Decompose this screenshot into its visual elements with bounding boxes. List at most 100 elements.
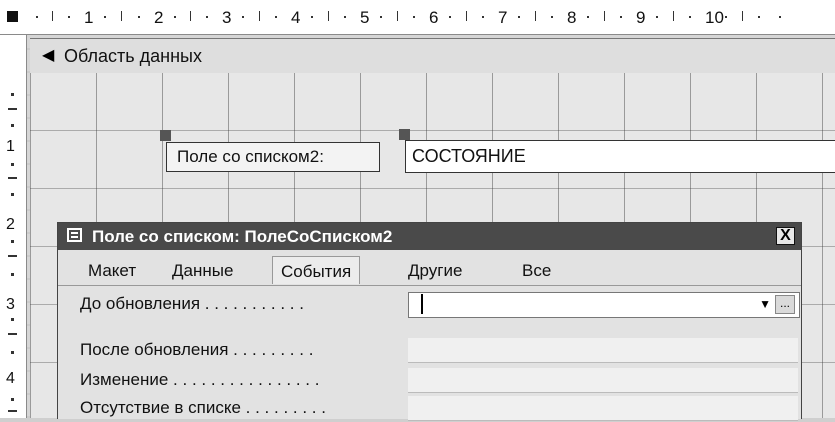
property-value-input[interactable]	[408, 338, 798, 363]
ruler-tick	[397, 11, 398, 21]
move-handle[interactable]	[160, 130, 171, 141]
properties-window: Поле со списком: ПолеСоСписком2 X Макет …	[57, 222, 802, 421]
ruler-dot	[11, 240, 14, 243]
ruler-tick	[121, 11, 122, 21]
vertical-ruler: 1 2 3 4	[0, 35, 27, 418]
ruler-tick	[466, 11, 467, 21]
combo-box-label-text: Поле со списком2:	[177, 147, 324, 166]
text-caret	[421, 294, 423, 314]
builder-button[interactable]: ...	[775, 295, 795, 314]
properties-title: Поле со списком: ПолеСоСписком2	[92, 227, 393, 246]
ruler-corner-icon[interactable]	[7, 11, 18, 22]
ruler-dot	[551, 16, 553, 18]
section-label: Область данных	[64, 46, 202, 66]
combo-box-field-text: СОСТОЯНИЕ	[412, 146, 526, 166]
ruler-dot	[68, 16, 70, 18]
property-value-input[interactable]	[408, 396, 798, 421]
ruler-dot	[11, 193, 14, 196]
ruler-dot	[413, 16, 415, 18]
ruler-tick	[673, 11, 674, 21]
ruler-dot	[11, 163, 14, 166]
ruler-tick	[604, 11, 605, 21]
property-label: Отсутствие в списке . . . . . . . . .	[80, 398, 326, 417]
tab-divider	[58, 285, 801, 286]
dropdown-arrow-icon[interactable]: ▼	[759, 297, 771, 311]
ruler-number: 3	[222, 8, 232, 27]
ruler-dot	[725, 16, 727, 18]
ruler-dot	[11, 351, 14, 354]
ruler-dot	[779, 16, 781, 18]
builder-ellipsis-icon: ...	[779, 296, 790, 310]
ruler-dot	[104, 16, 106, 18]
property-row-change[interactable]: Изменение . . . . . . . . . . . . . . . …	[58, 366, 801, 394]
ruler-tick	[259, 11, 260, 21]
ruler-number: 5	[360, 8, 370, 27]
ruler-tick	[535, 11, 536, 21]
ruler-number: 3	[6, 296, 15, 313]
ruler-dot	[11, 273, 14, 276]
ruler-dot	[11, 93, 14, 96]
properties-title-bar[interactable]: Поле со списком: ПолеСоСписком2 X	[58, 223, 801, 250]
ruler-tick	[328, 11, 329, 21]
ruler-number: 9	[636, 8, 646, 27]
property-row-after-update[interactable]: После обновления . . . . . . . . .	[58, 336, 801, 364]
move-handle[interactable]	[399, 129, 410, 140]
combo-box-field[interactable]: СОСТОЯНИЕ	[405, 140, 835, 173]
ruler-dot	[689, 16, 691, 18]
combo-box-label[interactable]: Поле со списком2:	[166, 142, 380, 172]
ruler-number: 6	[429, 8, 439, 27]
tab-all[interactable]: Все	[514, 256, 559, 284]
ruler-dot	[587, 16, 589, 18]
close-icon: X	[780, 227, 791, 244]
tab-label: Данные	[172, 261, 234, 280]
ruler-dot	[138, 16, 140, 18]
ruler-number: 4	[6, 370, 15, 387]
ruler-dot	[11, 124, 14, 127]
ruler-dot	[620, 16, 622, 18]
property-label: После обновления . . . . . . . . .	[80, 340, 314, 359]
ruler-number: 7	[498, 8, 508, 27]
property-value-input[interactable]: ▼ ...	[408, 292, 800, 318]
ruler-number: 8	[567, 8, 577, 27]
ruler-dot	[518, 16, 520, 18]
tab-label: Макет	[88, 261, 137, 280]
detail-section-header[interactable]: ◀ Область данных	[30, 38, 835, 74]
close-button[interactable]: X	[776, 227, 795, 245]
ruler-tick	[190, 11, 191, 21]
ruler-dot	[380, 16, 382, 18]
tab-layout[interactable]: Макет	[80, 256, 144, 284]
ruler-dot	[11, 398, 14, 401]
property-label: До обновления . . . . . . . . . . .	[80, 294, 304, 313]
ruler-number: 2	[154, 8, 164, 27]
ruler-tick	[8, 255, 17, 257]
tab-events[interactable]: События	[272, 256, 361, 284]
properties-icon	[67, 228, 82, 242]
collapse-arrow-icon: ◀	[42, 47, 55, 64]
ruler-tick	[8, 333, 17, 335]
ruler-tick	[742, 11, 743, 21]
ruler-dot	[311, 16, 313, 18]
ruler-dot	[36, 16, 38, 18]
properties-tabs: Макет Данные События Другие Все	[72, 256, 792, 286]
tab-label: События	[281, 262, 352, 281]
ruler-dot	[206, 16, 208, 18]
ruler-number: 2	[6, 216, 15, 233]
horizontal-ruler: 1 2 3 4 5 6 7 8 9 10	[0, 0, 835, 35]
property-label: Изменение . . . . . . . . . . . . . . . …	[80, 370, 320, 389]
ruler-dot	[656, 16, 658, 18]
ruler-tick	[8, 410, 17, 412]
ruler-tick	[8, 108, 17, 110]
tab-other[interactable]: Другие	[400, 256, 470, 284]
ruler-number: 10	[705, 8, 724, 27]
ruler-dot	[242, 16, 244, 18]
ruler-dot	[449, 16, 451, 18]
property-row-before-update[interactable]: До обновления . . . . . . . . . . . ▼ ..…	[58, 290, 801, 318]
ruler-number: 4	[291, 8, 301, 27]
ruler-dot	[174, 16, 176, 18]
tab-data[interactable]: Данные	[164, 256, 241, 284]
property-value-input[interactable]	[408, 368, 798, 393]
ruler-tick	[52, 11, 53, 21]
ruler-number: 1	[6, 138, 15, 155]
ruler-dot	[758, 16, 760, 18]
tab-label: Другие	[408, 261, 463, 280]
